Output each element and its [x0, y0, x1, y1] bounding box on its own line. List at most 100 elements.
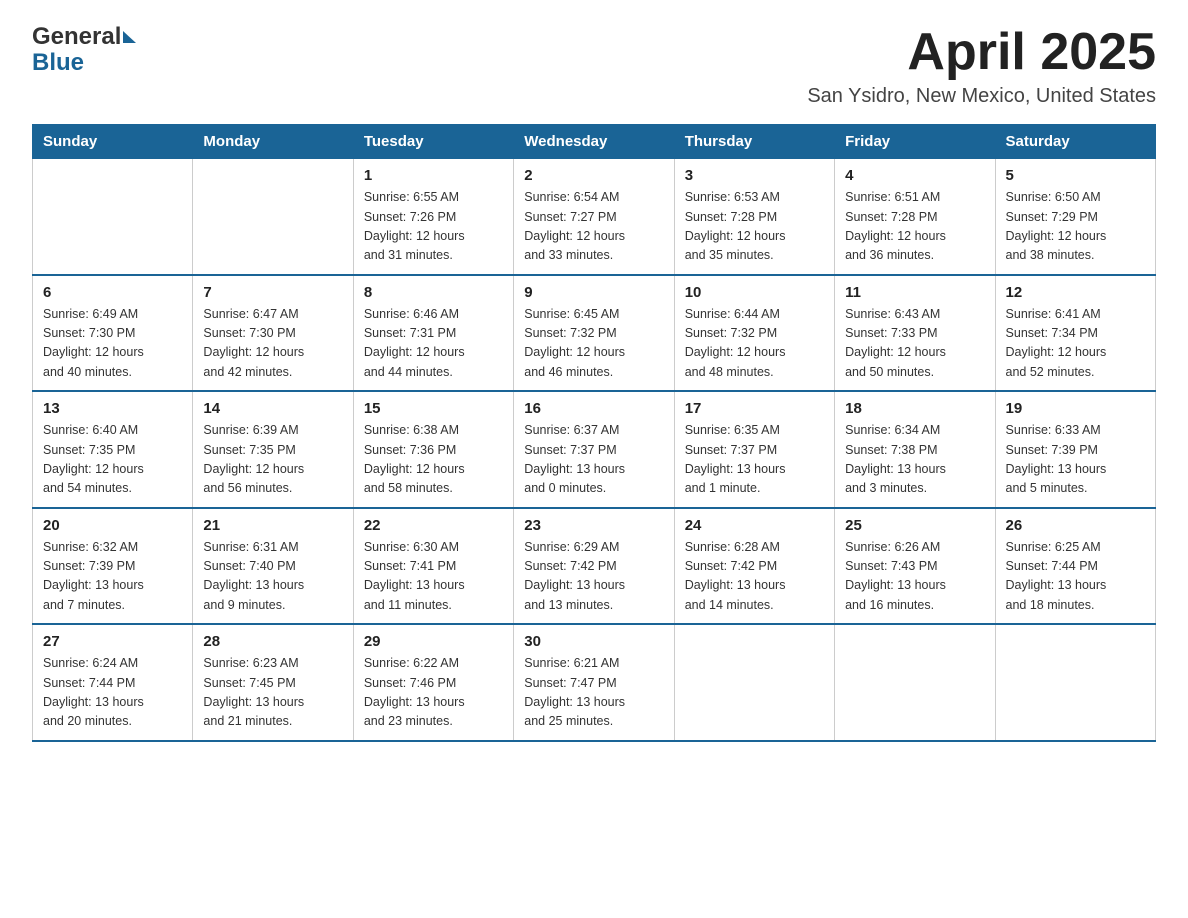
calendar-cell: 20 Sunrise: 6:32 AM Sunset: 7:39 PM Dayli…	[33, 508, 193, 625]
calendar-cell: 28Sunrise: 6:23 AM Sunset: 7:45 PM Dayli…	[193, 624, 353, 741]
day-info: Sunrise: 6:41 AM Sunset: 7:34 PM Dayligh…	[1006, 305, 1145, 383]
calendar-cell: 16 Sunrise: 6:37 AM Sunset: 7:37 PM Dayli…	[514, 391, 674, 508]
calendar-cell: 4 Sunrise: 6:51 AM Sunset: 7:28 PM Daylig…	[835, 159, 995, 275]
calendar-cell: 15 Sunrise: 6:38 AM Sunset: 7:36 PM Dayli…	[353, 391, 513, 508]
calendar-cell: 7 Sunrise: 6:47 AM Sunset: 7:30 PM Daylig…	[193, 275, 353, 392]
calendar-cell	[674, 624, 834, 741]
day-info: Sunrise: 6:37 AM Sunset: 7:37 PM Dayligh…	[524, 421, 663, 499]
calendar-cell: 27 Sunrise: 6:24 AM Sunset: 7:44 PM Dayli…	[33, 624, 193, 741]
day-info: Sunrise: 6:21 AM Sunset: 7:47 PM Dayligh…	[524, 654, 663, 732]
month-title: April 2025	[807, 24, 1156, 81]
title-area: April 2025 San Ysidro, New Mexico, Unite…	[807, 24, 1156, 108]
day-number: 22	[364, 517, 503, 534]
calendar-table: SundayMondayTuesdayWednesdayThursdayFrid…	[32, 124, 1156, 742]
day-number: 1	[364, 167, 503, 184]
calendar-cell: 18 Sunrise: 6:34 AM Sunset: 7:38 PM Dayli…	[835, 391, 995, 508]
calendar-cell	[193, 159, 353, 275]
calendar-cell: 10 Sunrise: 6:44 AM Sunset: 7:32 PM Dayli…	[674, 275, 834, 392]
day-info: Sunrise: 6:40 AM Sunset: 7:35 PM Dayligh…	[43, 421, 182, 499]
calendar-cell: 23Sunrise: 6:29 AM Sunset: 7:42 PM Dayli…	[514, 508, 674, 625]
day-info: Sunrise: 6:45 AM Sunset: 7:32 PM Dayligh…	[524, 305, 663, 383]
calendar-week-5: 27 Sunrise: 6:24 AM Sunset: 7:44 PM Dayli…	[33, 624, 1156, 741]
day-info: Sunrise: 6:28 AM Sunset: 7:42 PM Dayligh…	[685, 538, 824, 616]
day-info: Sunrise: 6:47 AM Sunset: 7:30 PM Dayligh…	[203, 305, 342, 383]
day-number: 13	[43, 400, 182, 417]
day-info: Sunrise: 6:39 AM Sunset: 7:35 PM Dayligh…	[203, 421, 342, 499]
calendar-cell: 19 Sunrise: 6:33 AM Sunset: 7:39 PM Dayli…	[995, 391, 1155, 508]
day-number: 19	[1006, 400, 1145, 417]
calendar-cell: 5 Sunrise: 6:50 AM Sunset: 7:29 PM Daylig…	[995, 159, 1155, 275]
calendar-week-4: 20 Sunrise: 6:32 AM Sunset: 7:39 PM Dayli…	[33, 508, 1156, 625]
day-number: 20	[43, 517, 182, 534]
day-info: Sunrise: 6:43 AM Sunset: 7:33 PM Dayligh…	[845, 305, 984, 383]
day-number: 16	[524, 400, 663, 417]
calendar-cell: 25Sunrise: 6:26 AM Sunset: 7:43 PM Dayli…	[835, 508, 995, 625]
calendar-week-3: 13 Sunrise: 6:40 AM Sunset: 7:35 PM Dayli…	[33, 391, 1156, 508]
day-info: Sunrise: 6:55 AM Sunset: 7:26 PM Dayligh…	[364, 188, 503, 266]
day-number: 14	[203, 400, 342, 417]
calendar-cell: 17Sunrise: 6:35 AM Sunset: 7:37 PM Dayli…	[674, 391, 834, 508]
day-number: 3	[685, 167, 824, 184]
logo-triangle-icon	[123, 31, 136, 43]
day-number: 12	[1006, 284, 1145, 301]
day-info: Sunrise: 6:30 AM Sunset: 7:41 PM Dayligh…	[364, 538, 503, 616]
calendar-week-1: 1 Sunrise: 6:55 AM Sunset: 7:26 PM Daylig…	[33, 159, 1156, 275]
day-number: 18	[845, 400, 984, 417]
day-number: 8	[364, 284, 503, 301]
day-number: 26	[1006, 517, 1145, 534]
day-number: 24	[685, 517, 824, 534]
column-header-sunday: Sunday	[33, 125, 193, 159]
calendar-cell: 24 Sunrise: 6:28 AM Sunset: 7:42 PM Dayli…	[674, 508, 834, 625]
calendar-cell: 14 Sunrise: 6:39 AM Sunset: 7:35 PM Dayli…	[193, 391, 353, 508]
day-info: Sunrise: 6:34 AM Sunset: 7:38 PM Dayligh…	[845, 421, 984, 499]
column-header-tuesday: Tuesday	[353, 125, 513, 159]
calendar-cell: 2 Sunrise: 6:54 AM Sunset: 7:27 PM Daylig…	[514, 159, 674, 275]
calendar-cell: 30 Sunrise: 6:21 AM Sunset: 7:47 PM Dayli…	[514, 624, 674, 741]
day-info: Sunrise: 6:26 AM Sunset: 7:43 PM Dayligh…	[845, 538, 984, 616]
day-info: Sunrise: 6:46 AM Sunset: 7:31 PM Dayligh…	[364, 305, 503, 383]
calendar-cell: 22 Sunrise: 6:30 AM Sunset: 7:41 PM Dayli…	[353, 508, 513, 625]
day-number: 10	[685, 284, 824, 301]
logo: General Blue	[32, 24, 136, 77]
calendar-cell: 9 Sunrise: 6:45 AM Sunset: 7:32 PM Daylig…	[514, 275, 674, 392]
day-info: Sunrise: 6:51 AM Sunset: 7:28 PM Dayligh…	[845, 188, 984, 266]
day-number: 23	[524, 517, 663, 534]
day-info: Sunrise: 6:49 AM Sunset: 7:30 PM Dayligh…	[43, 305, 182, 383]
day-number: 7	[203, 284, 342, 301]
day-info: Sunrise: 6:33 AM Sunset: 7:39 PM Dayligh…	[1006, 421, 1145, 499]
column-header-wednesday: Wednesday	[514, 125, 674, 159]
day-number: 27	[43, 633, 182, 650]
day-number: 21	[203, 517, 342, 534]
day-number: 4	[845, 167, 984, 184]
day-number: 2	[524, 167, 663, 184]
day-info: Sunrise: 6:32 AM Sunset: 7:39 PM Dayligh…	[43, 538, 182, 616]
day-number: 17	[685, 400, 824, 417]
day-info: Sunrise: 6:50 AM Sunset: 7:29 PM Dayligh…	[1006, 188, 1145, 266]
day-number: 28	[203, 633, 342, 650]
day-number: 15	[364, 400, 503, 417]
calendar-cell: 1 Sunrise: 6:55 AM Sunset: 7:26 PM Daylig…	[353, 159, 513, 275]
day-info: Sunrise: 6:54 AM Sunset: 7:27 PM Dayligh…	[524, 188, 663, 266]
day-info: Sunrise: 6:24 AM Sunset: 7:44 PM Dayligh…	[43, 654, 182, 732]
day-number: 5	[1006, 167, 1145, 184]
column-header-saturday: Saturday	[995, 125, 1155, 159]
calendar-cell	[835, 624, 995, 741]
day-number: 11	[845, 284, 984, 301]
column-header-thursday: Thursday	[674, 125, 834, 159]
column-header-friday: Friday	[835, 125, 995, 159]
day-info: Sunrise: 6:22 AM Sunset: 7:46 PM Dayligh…	[364, 654, 503, 732]
calendar-cell: 11 Sunrise: 6:43 AM Sunset: 7:33 PM Dayli…	[835, 275, 995, 392]
day-info: Sunrise: 6:38 AM Sunset: 7:36 PM Dayligh…	[364, 421, 503, 499]
day-info: Sunrise: 6:44 AM Sunset: 7:32 PM Dayligh…	[685, 305, 824, 383]
logo-blue-text: Blue	[32, 50, 136, 76]
calendar-cell: 12 Sunrise: 6:41 AM Sunset: 7:34 PM Dayli…	[995, 275, 1155, 392]
calendar-cell: 21Sunrise: 6:31 AM Sunset: 7:40 PM Dayli…	[193, 508, 353, 625]
calendar-week-2: 6Sunrise: 6:49 AM Sunset: 7:30 PM Daylig…	[33, 275, 1156, 392]
day-number: 30	[524, 633, 663, 650]
calendar-header-row: SundayMondayTuesdayWednesdayThursdayFrid…	[33, 125, 1156, 159]
calendar-cell: 8 Sunrise: 6:46 AM Sunset: 7:31 PM Daylig…	[353, 275, 513, 392]
page-header: General Blue April 2025 San Ysidro, New …	[32, 24, 1156, 108]
day-number: 9	[524, 284, 663, 301]
calendar-cell: 26Sunrise: 6:25 AM Sunset: 7:44 PM Dayli…	[995, 508, 1155, 625]
logo-general-text: General	[32, 24, 121, 50]
